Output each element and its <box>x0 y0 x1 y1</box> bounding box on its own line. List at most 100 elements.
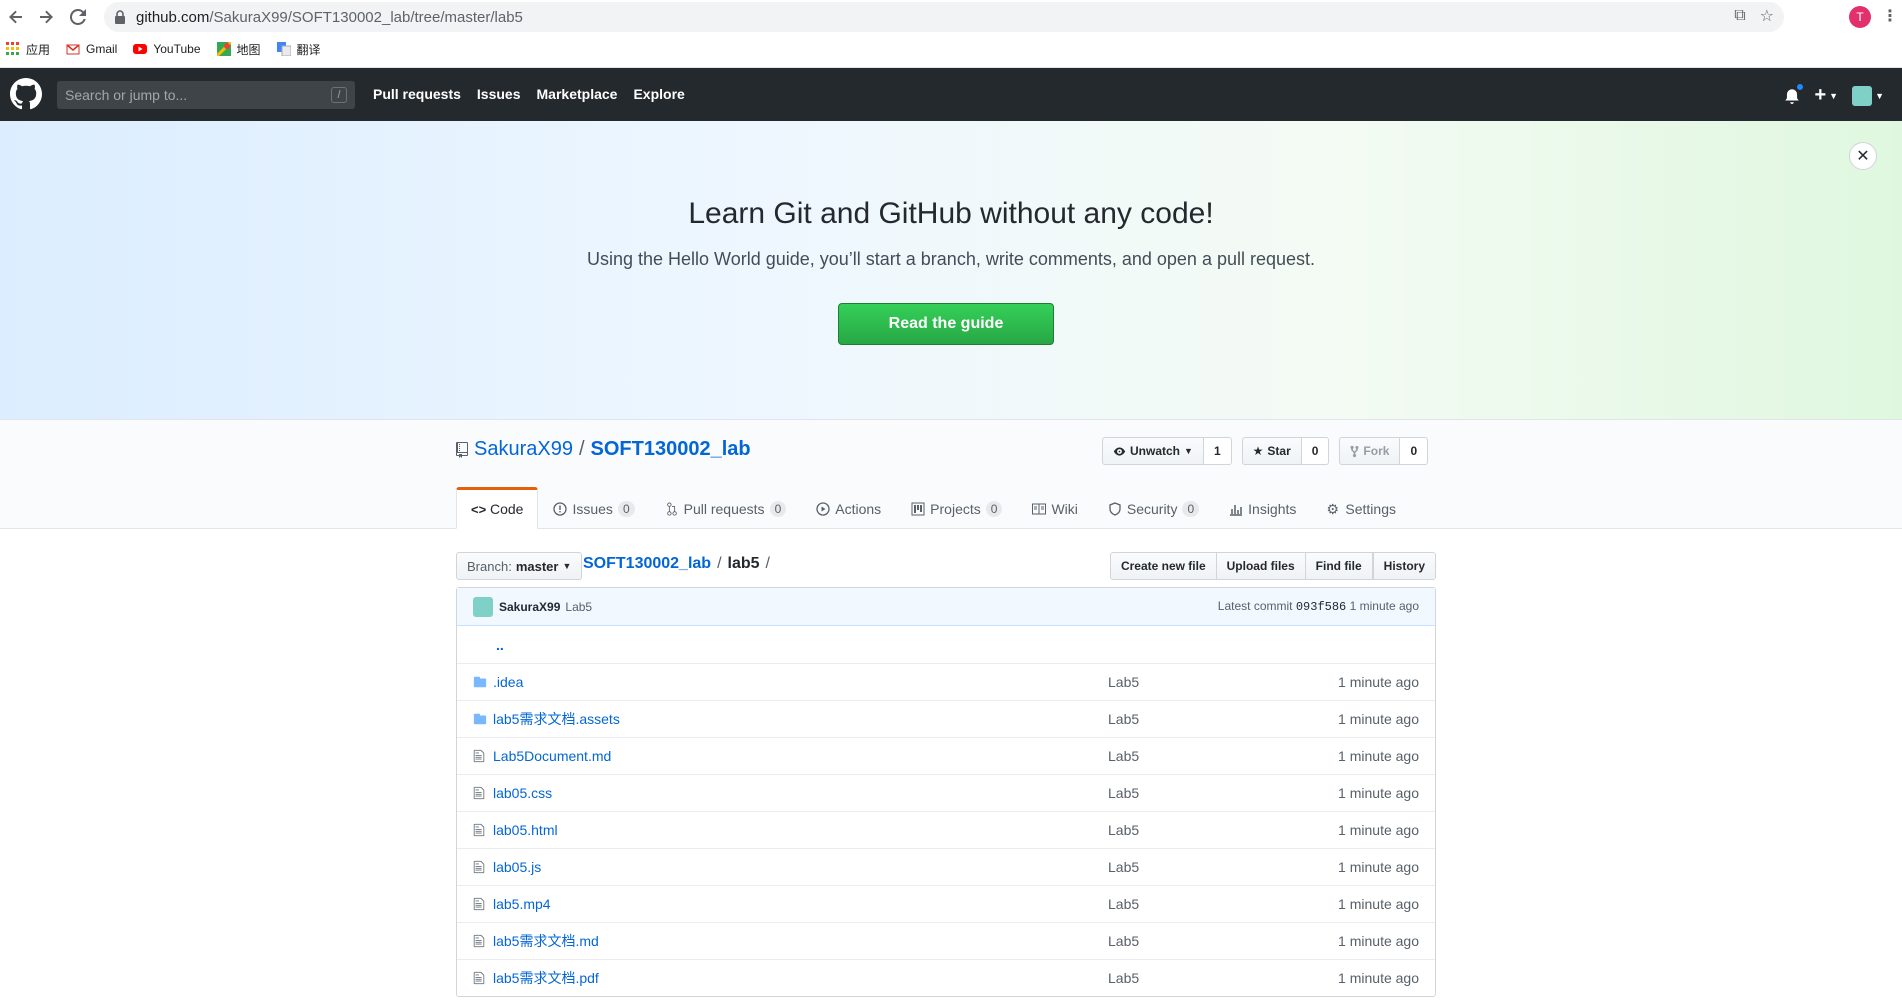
user-menu-button[interactable]: ▼ <box>1852 85 1884 106</box>
tab-wiki[interactable]: Wiki <box>1017 487 1092 529</box>
repo-separator: / <box>578 438 585 460</box>
commit-sha[interactable]: 093f586 <box>1296 600 1346 614</box>
age-cell: 1 minute ago <box>1338 859 1419 875</box>
fork-count[interactable]: 0 <box>1400 437 1429 465</box>
commit-message-link[interactable]: Lab5 <box>1108 859 1139 875</box>
star-count[interactable]: 0 <box>1301 437 1330 465</box>
nav-explore[interactable]: Explore <box>633 86 684 102</box>
file-name-link[interactable]: Lab5Document.md <box>493 748 611 764</box>
fork-icon <box>1350 445 1359 457</box>
upload-files-button[interactable]: Upload files <box>1215 552 1306 580</box>
tab-insights[interactable]: Insights <box>1214 487 1311 529</box>
history-button[interactable]: History <box>1372 552 1436 580</box>
tab-issues[interactable]: Issues 0 <box>538 487 649 529</box>
watch-count[interactable]: 1 <box>1203 437 1232 465</box>
commit-message-link[interactable]: Lab5 <box>1108 970 1139 986</box>
nav-marketplace[interactable]: Marketplace <box>537 86 618 102</box>
back-button[interactable] <box>0 1 32 33</box>
bookmark-apps[interactable]: 应用 <box>6 41 50 58</box>
unwatch-button[interactable]: Unwatch ▼ <box>1102 437 1204 465</box>
tab-security[interactable]: Security 0 <box>1093 487 1214 529</box>
reload-button[interactable] <box>62 1 94 33</box>
commit-message-link[interactable]: Lab5 <box>1108 896 1139 912</box>
gmail-icon <box>66 44 80 55</box>
file-icon <box>473 860 485 874</box>
pull-request-icon <box>666 502 677 516</box>
commit-message-link[interactable]: Lab5 <box>1108 933 1139 949</box>
tab-actions[interactable]: Actions <box>801 487 896 529</box>
unwatch-label: Unwatch <box>1130 444 1181 458</box>
breadcrumb-repo-link[interactable]: SOFT130002_lab <box>583 555 711 573</box>
bookmark-gmail[interactable]: Gmail <box>66 42 117 56</box>
notifications-button[interactable] <box>1784 82 1805 105</box>
row-icon <box>457 823 493 837</box>
tab-pull-requests[interactable]: Pull requests 0 <box>650 487 802 529</box>
caret-down-icon: ▼ <box>1829 90 1839 101</box>
browser-menu-icon[interactable]: ⋮ <box>1882 6 1898 26</box>
age-cell: 1 minute ago <box>1338 785 1419 801</box>
commit-message-cell: Lab5 <box>1108 674 1288 690</box>
tab-counter: 0 <box>1182 501 1200 517</box>
avatar[interactable] <box>473 596 493 617</box>
commit-message-link[interactable]: Lab5 <box>1108 711 1139 727</box>
file-name-link[interactable]: lab5.mp4 <box>493 896 551 912</box>
file-name-link[interactable]: lab5需求文档.pdf <box>493 970 599 986</box>
nav-issues[interactable]: Issues <box>477 86 521 102</box>
parent-dir-link[interactable]: .. <box>496 637 504 653</box>
bookmark-youtube[interactable]: YouTube <box>133 42 201 56</box>
repo-tabs: <> Code Issues 0 Pull requests 0 Actions… <box>456 487 1411 529</box>
file-name-link[interactable]: lab05.html <box>493 822 558 838</box>
tab-code[interactable]: <> Code <box>456 487 539 529</box>
create-new-file-button[interactable]: Create new file <box>1109 552 1217 580</box>
nav-pull-requests[interactable]: Pull requests <box>373 86 461 102</box>
file-name-link[interactable]: lab05.css <box>493 785 552 801</box>
address-bar[interactable]: github.com/SakuraX99/SOFT130002_lab/tree… <box>104 2 1784 32</box>
github-logo-icon[interactable] <box>10 78 42 110</box>
search-input[interactable]: Search or jump to... / <box>57 81 355 109</box>
fork-button[interactable]: Fork <box>1339 437 1401 465</box>
branch-select-button[interactable]: Branch: master ▼ <box>456 552 583 580</box>
repo-name-link[interactable]: SOFT130002_lab <box>591 438 751 461</box>
bookmark-label: 应用 <box>26 42 51 57</box>
close-banner-button[interactable]: ✕ <box>1849 142 1877 170</box>
file-name-cell: lab5需求文档.md <box>493 931 1108 951</box>
tab-counter: 0 <box>617 501 635 517</box>
forward-button[interactable] <box>30 1 62 33</box>
bookmark-translate[interactable]: 翻译 <box>276 41 321 58</box>
file-name-link[interactable]: lab5需求文档.md <box>493 933 599 949</box>
find-file-button[interactable]: Find file <box>1304 552 1373 580</box>
bookmark-label: 地图 <box>236 42 261 57</box>
tab-settings[interactable]: ⚙ Settings <box>1311 487 1411 529</box>
url-path: /SakuraX99/SOFT130002_lab/tree/master/la… <box>209 8 523 26</box>
bookmark-star-icon[interactable]: ☆ <box>1760 6 1774 26</box>
bookmark-maps[interactable]: 地图 <box>216 41 261 58</box>
commit-message-link[interactable]: Lab5 <box>1108 822 1139 838</box>
table-row: lab05.html Lab5 1 minute ago <box>457 811 1435 848</box>
unread-dot <box>1796 82 1805 91</box>
table-row: .idea Lab5 1 minute ago <box>457 663 1435 700</box>
star-button[interactable]: ★ Star <box>1241 437 1302 465</box>
commit-message-link[interactable]: Lab5 <box>1108 748 1139 764</box>
url-host: github.com <box>136 8 210 26</box>
create-new-button[interactable]: + ▼ <box>1814 84 1838 107</box>
commit-message-cell: Lab5 <box>1108 896 1288 912</box>
repo-owner-link[interactable]: SakuraX99 <box>474 438 573 461</box>
commit-author[interactable]: SakuraX99 <box>499 600 560 614</box>
row-icon <box>457 897 493 911</box>
commit-message-link[interactable]: Lab5 <box>1108 785 1139 801</box>
file-name-link[interactable]: .idea <box>493 674 523 690</box>
file-name-link[interactable]: lab05.js <box>493 859 541 875</box>
translate-page-icon[interactable]: ⧉ <box>1734 7 1745 25</box>
profile-avatar[interactable]: T <box>1849 6 1871 28</box>
tab-label: Pull requests <box>683 501 765 517</box>
tab-label: Security <box>1126 501 1178 517</box>
bookmarks-bar: 应用 Gmail YouTube 地图 翻译 <box>6 36 321 62</box>
tab-projects[interactable]: Projects 0 <box>896 487 1017 529</box>
commit-message[interactable]: Lab5 <box>565 600 592 614</box>
commit-message-link[interactable]: Lab5 <box>1108 674 1139 690</box>
file-actions: Create new file Upload files Find file H… <box>1109 552 1436 580</box>
file-name-link[interactable]: lab5需求文档.assets <box>493 711 620 727</box>
read-guide-button[interactable]: Read the guide <box>838 303 1054 345</box>
breadcrumb-current: lab5 <box>727 555 760 572</box>
bookmark-label: YouTube <box>153 42 201 56</box>
